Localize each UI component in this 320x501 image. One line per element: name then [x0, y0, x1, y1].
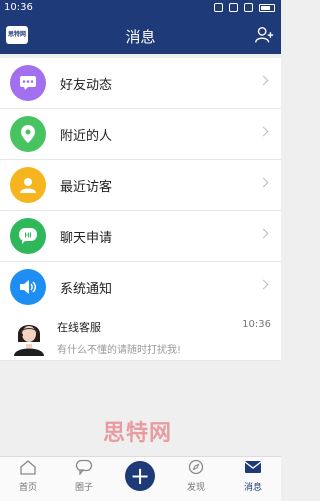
nav-messages[interactable]: 消息 [225, 459, 281, 493]
add-user-icon[interactable] [253, 24, 275, 46]
nav-messages-label: 消息 [243, 483, 262, 493]
menu-item-label: 好友动态 [60, 77, 113, 93]
nav-circles[interactable]: 圈子 [56, 459, 112, 493]
person-icon [10, 167, 46, 203]
menu-item-system-notice[interactable]: 系统通知 [0, 262, 281, 313]
app-header: 思特网 消息 [0, 17, 281, 54]
menu-item-label: 附近的人 [60, 128, 113, 144]
nav-home[interactable]: 首页 [0, 459, 56, 493]
compass-icon [188, 459, 204, 475]
chat-bubble-icon [10, 65, 46, 101]
menu-item-label: 聊天申请 [60, 230, 113, 246]
chevron-right-icon [258, 279, 269, 290]
nav-home-label: 首页 [18, 483, 37, 493]
bottom-navigation: 首页 圈子 + 发现 消息 [0, 456, 281, 501]
nav-discover[interactable]: 发现 [168, 459, 224, 493]
status-bar: 10:36 [0, 0, 281, 17]
envelope-icon [244, 461, 262, 473]
add-button[interactable]: + [125, 461, 155, 491]
status-time: 10:36 [4, 2, 33, 13]
battery-icon [259, 3, 275, 12]
message-menu: 好友动态 附近的人 最近访客 HI 聊天申请 系统通知 [0, 58, 281, 313]
alarm-icon [214, 3, 223, 12]
menu-item-label: 最近访客 [60, 179, 113, 195]
chat-bubble-outline-icon [75, 459, 93, 476]
system-icons [214, 3, 275, 12]
watermark: 思特网 [103, 421, 173, 446]
menu-item-nearby-people[interactable]: 附近的人 [0, 109, 281, 160]
nav-discover-label: 发现 [186, 483, 205, 493]
service-time: 10:36 [242, 319, 271, 330]
menu-item-chat-requests[interactable]: HI 聊天申请 [0, 211, 281, 262]
menu-item-friend-updates[interactable]: 好友动态 [0, 58, 281, 109]
nav-circles-label: 圈子 [74, 483, 93, 493]
chevron-right-icon [258, 228, 269, 239]
service-description: 有什么不懂的请随时打扰我! [57, 345, 182, 356]
location-pin-icon [10, 116, 46, 152]
svg-text:HI: HI [25, 233, 32, 240]
chevron-right-icon [258, 75, 269, 86]
page-title: 消息 [125, 28, 156, 46]
speaker-icon [10, 269, 46, 305]
online-service-row[interactable]: 在线客服 10:36 有什么不懂的请随时打扰我! [0, 312, 281, 361]
service-name: 在线客服 [57, 321, 101, 334]
chevron-right-icon [258, 177, 269, 188]
wifi-icon [229, 3, 238, 12]
signal-icon [244, 3, 253, 12]
chevron-right-icon [258, 126, 269, 137]
menu-item-recent-visitors[interactable]: 最近访客 [0, 160, 281, 211]
avatar [14, 325, 44, 356]
home-icon [20, 460, 36, 475]
hi-bubble-icon: HI [10, 218, 46, 254]
menu-item-label: 系统通知 [60, 281, 113, 297]
